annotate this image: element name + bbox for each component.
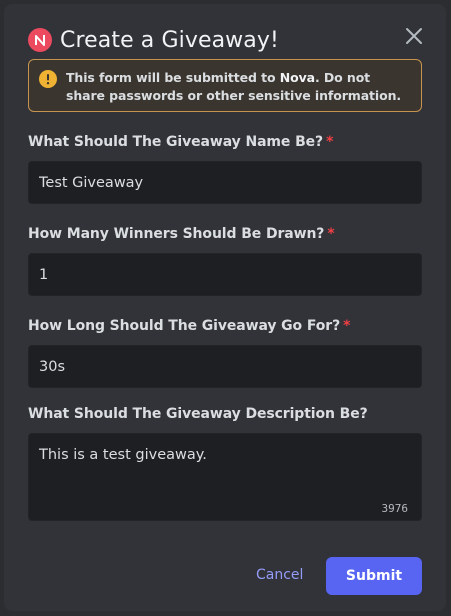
- winners-count-label: How Many Winners Should Be Drawn? *: [28, 226, 335, 242]
- description-label: What Should The Giveaway Description Be?: [28, 406, 368, 422]
- submission-notice: This form will be submitted to Nova. Do …: [28, 59, 422, 112]
- notice-text: This form will be submitted to Nova. Do …: [66, 69, 411, 105]
- notice-prefix: This form will be submitted to: [66, 70, 280, 85]
- required-asterisk: *: [326, 134, 334, 150]
- giveaway-name-input[interactable]: [28, 161, 422, 204]
- giveaway-name-label: What Should The Giveaway Name Be? *: [28, 134, 334, 150]
- submit-button[interactable]: Submit: [326, 557, 422, 595]
- duration-input[interactable]: [28, 345, 422, 388]
- remaining-char-count: 3976: [381, 502, 409, 515]
- warning-circle-icon: [39, 70, 57, 88]
- winners-count-input[interactable]: [28, 253, 422, 296]
- app-logo-icon: [28, 28, 52, 52]
- required-asterisk: *: [343, 318, 351, 334]
- modal-header: Create a Giveaway!: [28, 23, 279, 57]
- notice-app-name: Nova: [279, 70, 315, 85]
- duration-label: How Long Should The Giveaway Go For? *: [28, 318, 351, 334]
- cancel-button[interactable]: Cancel: [256, 567, 303, 583]
- modal-title: Create a Giveaway!: [60, 27, 279, 53]
- description-field: This is a test giveaway. 3976: [28, 433, 422, 521]
- close-icon[interactable]: [404, 26, 424, 46]
- required-asterisk: *: [327, 226, 335, 242]
- description-textarea[interactable]: This is a test giveaway.: [29, 434, 421, 520]
- giveaway-modal: Create a Giveaway! This form will be sub…: [4, 4, 446, 611]
